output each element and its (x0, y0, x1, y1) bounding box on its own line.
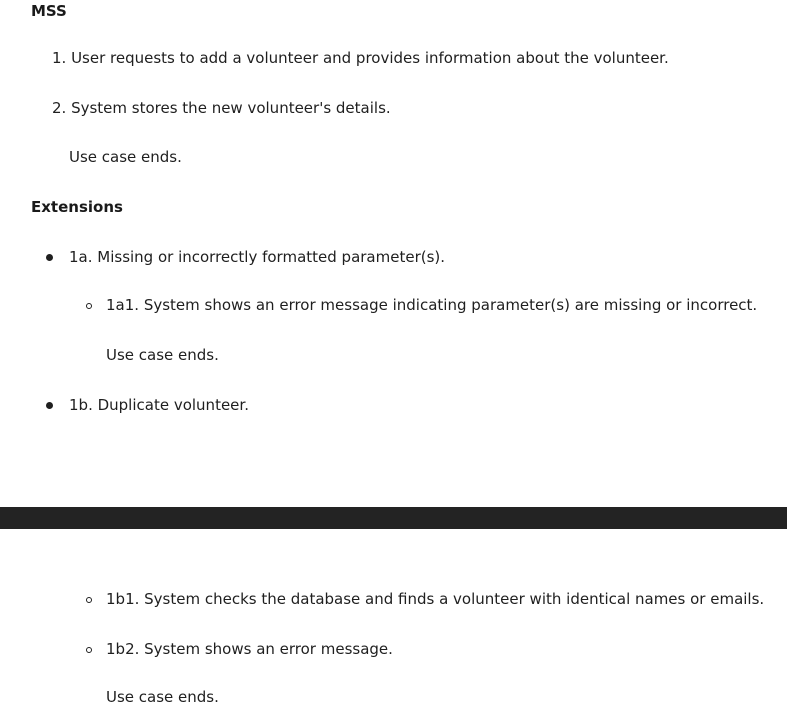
extension-1a-end-note: Use case ends. (106, 346, 219, 364)
extensions-heading: Extensions (31, 198, 123, 216)
mss-end-note: Use case ends. (69, 148, 182, 166)
bullet-circle-icon (86, 303, 92, 309)
page-break-band (0, 507, 787, 529)
extension-1a1-label: 1a1. System shows an error message indic… (106, 296, 758, 314)
bullet-disc-icon (46, 254, 53, 261)
bullet-disc-icon (46, 402, 53, 409)
extension-1b1-label: 1b1. System checks the database and find… (106, 590, 765, 608)
bullet-circle-icon (86, 647, 92, 653)
extension-1b-label: 1b. Duplicate volunteer. (69, 396, 249, 414)
mss-heading: MSS (31, 2, 67, 20)
extension-1a-label: 1a. Missing or incorrectly formatted par… (69, 248, 446, 266)
mss-step-1: 1. User requests to add a volunteer and … (52, 49, 669, 67)
extension-1b2-label: 1b2. System shows an error message. (106, 640, 393, 658)
mss-step-2: 2. System stores the new volunteer's det… (52, 99, 391, 117)
extension-1b-end-note: Use case ends. (106, 688, 219, 706)
bullet-circle-icon (86, 597, 92, 603)
